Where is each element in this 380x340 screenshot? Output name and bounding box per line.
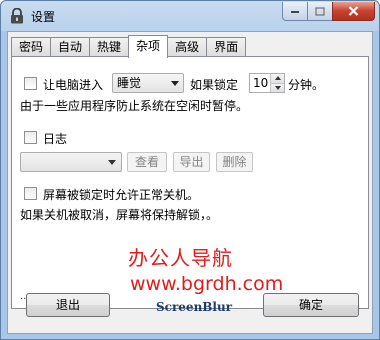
log-checkbox[interactable]	[24, 131, 37, 144]
tab-interface[interactable]: 界面	[206, 37, 247, 57]
stepper-up-icon[interactable]	[270, 74, 284, 83]
tab-misc[interactable]: 杂项	[128, 35, 169, 58]
close-button[interactable]	[332, 2, 375, 21]
minutes-stepper[interactable]: 10	[249, 73, 285, 93]
shutdown-checkbox-label: 屏幕被锁定时允许正常关机。	[43, 188, 200, 202]
tab-hotkey[interactable]: 热键	[89, 37, 130, 57]
chevron-down-icon	[171, 81, 179, 86]
maximize-button[interactable]	[307, 2, 333, 21]
misc-tab-panel: 让电脑进入 睡觉 如果锁定 10 分钟。 由于一些应用程序防止系统在空闲时暂停。…	[11, 56, 369, 309]
lock-minutes-label: 如果锁定	[190, 78, 239, 92]
settings-window: 设置 密码 自动 热键 杂项 高级 界面 让电脑进入 睡觉 如果锁定 10 分钟…	[0, 0, 380, 340]
title-bar[interactable]: 设置	[1, 1, 379, 31]
lock-icon	[11, 8, 23, 24]
exit-button[interactable]: 退出	[26, 293, 110, 317]
delete-log-button[interactable]: 删除	[216, 152, 253, 172]
sleep-note: 由于一些应用程序防止系统在空闲时暂停。	[20, 99, 249, 113]
tab-password[interactable]: 密码	[11, 37, 52, 57]
watermark-url: www.bgrdh.com	[130, 273, 284, 295]
sleep-checkbox-label: 让电脑进入	[43, 78, 104, 92]
minutes-unit-label: 分钟。	[288, 78, 325, 92]
window-title: 设置	[31, 10, 56, 24]
maximize-icon	[315, 6, 325, 16]
sleep-mode-dropdown[interactable]: 睡觉	[112, 73, 184, 93]
close-icon	[348, 6, 359, 16]
stepper-down-icon[interactable]	[270, 83, 284, 92]
ok-button[interactable]: 确定	[263, 293, 359, 317]
export-log-button[interactable]: 导出	[173, 152, 210, 172]
view-log-button[interactable]: 查看	[127, 152, 167, 172]
sleep-checkbox[interactable]	[24, 77, 37, 90]
sleep-mode-value: 睡觉	[117, 76, 142, 90]
minimize-button[interactable]	[282, 2, 308, 21]
dialog-client-area: 密码 自动 热键 杂项 高级 界面 让电脑进入 睡觉 如果锁定 10 分钟。 由…	[7, 31, 373, 334]
tab-auto[interactable]: 自动	[50, 37, 91, 57]
tab-advanced[interactable]: 高级	[167, 37, 208, 57]
tab-strip: 密码 自动 热键 杂项 高级 界面	[11, 35, 247, 58]
shutdown-note: 如果关机被取消，屏幕将保持解锁，。	[20, 208, 219, 222]
watermark-text: 办公人导航	[128, 246, 233, 270]
shutdown-checkbox[interactable]	[24, 187, 37, 200]
minimize-icon	[291, 11, 299, 13]
log-dropdown[interactable]	[20, 152, 122, 172]
chevron-down-icon	[108, 160, 116, 165]
minutes-value: 10	[253, 76, 269, 90]
app-brand-label: ScreenBlur	[156, 300, 233, 314]
log-checkbox-label: 日志	[43, 132, 68, 146]
